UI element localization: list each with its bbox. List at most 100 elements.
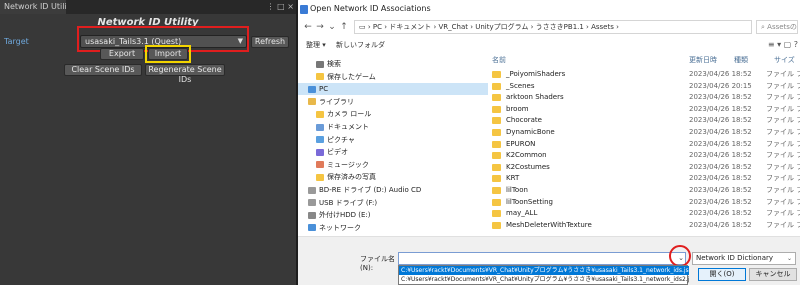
- sidebar-item[interactable]: ミュージック: [298, 159, 498, 171]
- file-row[interactable]: MeshDeleterWithTexture 2023/04/26 18:52 ファ…: [488, 219, 800, 231]
- sidebar-item-label: USB ドライブ (F:): [319, 198, 378, 207]
- disc-icon: [308, 186, 316, 194]
- sidebar-item-label: ビデオ: [327, 148, 348, 157]
- file-date: 2023/04/26 18:52: [689, 162, 752, 171]
- file-row[interactable]: _Scenes 2023/04/26 20:15 ファイル フォルダー: [488, 80, 800, 92]
- video-icon: [316, 148, 324, 156]
- sidebar-item-label: カメラ ロール: [327, 110, 372, 119]
- column-header-size[interactable]: サイズ: [774, 54, 795, 66]
- regenerate-scene-ids-button[interactable]: Regenerate Scene IDs: [145, 64, 225, 84]
- file-type: ファイル フォルダー: [766, 116, 800, 125]
- file-type: ファイル フォルダー: [766, 209, 800, 218]
- export-button[interactable]: Export: [100, 48, 144, 60]
- sidebar-item-label: ピクチャ: [327, 135, 355, 144]
- red-highlight-circle: [669, 245, 691, 267]
- file-name: lilToonSetting: [506, 197, 553, 206]
- drive-icon: [308, 211, 316, 219]
- file-date: 2023/04/26 18:52: [689, 70, 752, 78]
- filename-input[interactable]: [398, 252, 686, 265]
- unity-window-tab[interactable]: Network ID Utility: [0, 0, 66, 14]
- folder-icon: [316, 173, 324, 181]
- unity-editor-panel: Network ID Utility ⋮ □ × Network ID Util…: [0, 0, 296, 285]
- organize-button[interactable]: 整理 ▾: [306, 40, 334, 50]
- file-row[interactable]: K2Costumes 2023/04/26 18:52 ファイル フォルダー: [488, 161, 800, 173]
- file-row[interactable]: may_ALL 2023/04/26 18:52 ファイル フォルダー: [488, 207, 800, 219]
- suggestion-item[interactable]: C:¥Users¥rackt¥Documents¥VR_Chat¥Unityプロ…: [399, 275, 689, 284]
- clear-scene-ids-button[interactable]: Clear Scene IDs: [64, 64, 142, 76]
- column-header-name[interactable]: 名前: [492, 54, 506, 66]
- view-options-icon[interactable]: ≡ ▾ ▢ ?: [738, 40, 798, 50]
- file-row[interactable]: Chocorate 2023/04/26 18:52 ファイル フォルダー: [488, 114, 800, 126]
- folder-icon: [492, 210, 501, 218]
- folder-icon: [316, 110, 324, 118]
- folder-icon: [492, 117, 501, 125]
- file-row[interactable]: _PoiyomiShaders 2023/04/26 18:52 ファイル フォルダ…: [488, 68, 800, 80]
- sidebar-item[interactable]: カメラ ロール: [298, 108, 498, 120]
- search-placeholder: Assetsの検索: [767, 23, 797, 31]
- file-name: KRT: [506, 174, 520, 183]
- file-row[interactable]: lilToonSetting 2023/04/26 18:52 ファイル フォルダー: [488, 196, 800, 208]
- sidebar-item[interactable]: 検索: [298, 58, 498, 70]
- file-date: 2023/04/26 18:52: [689, 139, 752, 148]
- sidebar-item[interactable]: PC: [298, 83, 490, 96]
- file-date: 2023/04/26 18:52: [689, 128, 752, 136]
- forward-arrow-icon[interactable]: →: [314, 20, 326, 34]
- file-date: 2023/04/26 18:52: [689, 116, 752, 125]
- recent-chevron-icon[interactable]: ⌄: [326, 20, 338, 34]
- sidebar-item[interactable]: 保存済みの写真: [298, 171, 498, 183]
- file-type: ファイル フォルダー: [766, 162, 800, 171]
- back-arrow-icon[interactable]: ←: [302, 20, 314, 34]
- network-icon: [308, 224, 316, 232]
- sidebar-item[interactable]: ネットワーク: [298, 222, 490, 234]
- file-name: arktoon Shaders: [506, 93, 564, 102]
- sidebar-item[interactable]: 外付けHDD (E:): [298, 209, 490, 221]
- sidebar-item[interactable]: ドキュメント: [298, 121, 498, 133]
- column-header-type[interactable]: 種類: [734, 54, 748, 66]
- unity-tab-menu-icon[interactable]: ⋮ □ ×: [256, 0, 294, 14]
- new-folder-button[interactable]: 新しいフォルダー: [336, 40, 386, 59]
- picture-icon: [316, 136, 324, 144]
- folder-icon: [492, 187, 501, 194]
- file-type: ファイル フォルダー: [766, 220, 800, 229]
- file-date: 2023/04/26 18:52: [689, 186, 752, 194]
- file-name: K2Common: [506, 151, 547, 160]
- sidebar-item[interactable]: 保存したゲーム: [298, 71, 498, 83]
- sidebar-item-label: 保存したゲーム: [327, 72, 376, 81]
- file-row[interactable]: K2Common 2023/04/26 18:52 ファイル フォルダー: [488, 149, 800, 161]
- file-type: ファイル フォルダー: [766, 174, 800, 183]
- file-date: 2023/04/26 20:15: [689, 81, 752, 90]
- suggestion-item[interactable]: C:¥Users¥rackt¥Documents¥VR_Chat¥Unityプロ…: [399, 266, 689, 275]
- folder-icon: [492, 140, 501, 148]
- file-type: ファイル フォルダー: [766, 197, 800, 206]
- sidebar-item[interactable]: BD-RE ドライブ (D:) Audio CD: [298, 184, 490, 196]
- folder-icon: [492, 198, 501, 206]
- sidebar-item[interactable]: ビデオ: [298, 146, 498, 158]
- file-date: 2023/04/26 18:52: [689, 209, 752, 218]
- file-row[interactable]: arktoon Shaders 2023/04/26 18:52 ファイル フォルダ…: [488, 91, 800, 103]
- file-date: 2023/04/26 18:52: [689, 197, 752, 206]
- cancel-button[interactable]: キャンセル: [749, 268, 797, 281]
- file-row[interactable]: broom 2023/04/26 18:52 ファイル フォルダー: [488, 103, 800, 115]
- column-header-date[interactable]: 更新日時: [689, 54, 717, 66]
- file-type-select[interactable]: Network ID Dictionary ⌄: [692, 252, 796, 265]
- refresh-button[interactable]: Refresh: [251, 36, 289, 48]
- open-button[interactable]: 開く(O): [698, 268, 746, 281]
- file-row[interactable]: lilToon 2023/04/26 18:52 ファイル フォルダー: [488, 184, 800, 196]
- sidebar-item[interactable]: ライブラリ: [298, 96, 490, 108]
- file-row[interactable]: DynamicBone 2023/04/26 18:52 ファイル フォルダー: [488, 126, 800, 138]
- address-bar[interactable]: ▭ › PC › ドキュメント › VR_Chat › Unityプログラム ›…: [354, 20, 752, 34]
- up-arrow-icon[interactable]: ↑: [338, 20, 350, 34]
- sidebar-item-label: ミュージック: [327, 160, 369, 169]
- sidebar-item-label: ドキュメント: [327, 123, 369, 131]
- sidebar-item-label: 保存済みの写真: [327, 173, 376, 182]
- file-row[interactable]: KRT 2023/04/26 18:52 ファイル フォルダー: [488, 172, 800, 184]
- sidebar-item[interactable]: ピクチャ: [298, 134, 498, 146]
- sidebar-item[interactable]: USB ドライブ (F:): [298, 197, 490, 209]
- target-label: Target: [4, 37, 29, 46]
- file-name: _PoiyomiShaders: [506, 70, 566, 78]
- dialog-title: Open Network ID Associations: [310, 4, 431, 13]
- search-input[interactable]: ⌕ Assetsの検索: [756, 20, 798, 34]
- folder-icon: [492, 82, 501, 90]
- file-row[interactable]: EPURON 2023/04/26 18:52 ファイル フォルダー: [488, 138, 800, 150]
- file-type: ファイル フォルダー: [766, 104, 800, 113]
